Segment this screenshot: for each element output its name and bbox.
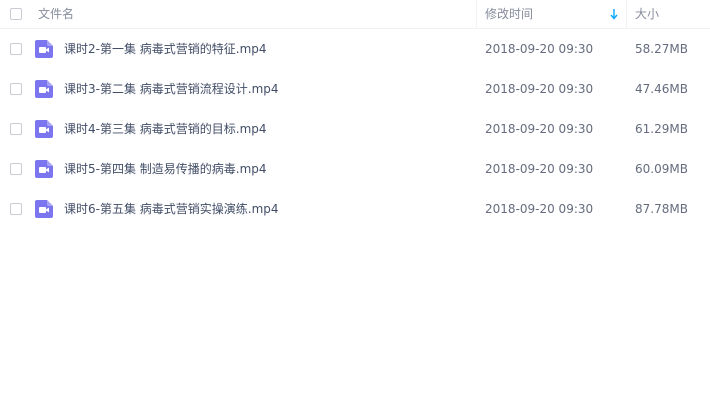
file-row[interactable]: 课时3-第二集 病毒式营销流程设计.mp4 2018-09-20 09:30 4… [0, 69, 710, 109]
file-modified-time: 2018-09-20 09:30 [485, 82, 594, 96]
row-checkbox[interactable] [10, 123, 22, 135]
select-all-checkbox[interactable] [10, 8, 22, 20]
sort-descending-icon[interactable] [610, 8, 618, 20]
file-name[interactable]: 课时5-第四集 制造易传播的病毒.mp4 [64, 149, 267, 189]
file-size: 58.27MB [635, 42, 688, 56]
column-header-size[interactable]: 大小 [626, 0, 710, 28]
file-modified-time: 2018-09-20 09:30 [485, 162, 594, 176]
file-name[interactable]: 课时6-第五集 病毒式营销实操演练.mp4 [64, 189, 279, 229]
file-list-header: 文件名 修改时间 大小 [0, 0, 710, 29]
file-row[interactable]: 课时4-第三集 病毒式营销的目标.mp4 2018-09-20 09:30 61… [0, 109, 710, 149]
file-row[interactable]: 课时2-第一集 病毒式营销的特征.mp4 2018-09-20 09:30 58… [0, 29, 710, 69]
video-file-icon [35, 120, 53, 138]
file-modified-time: 2018-09-20 09:30 [485, 42, 594, 56]
file-name[interactable]: 课时2-第一集 病毒式营销的特征.mp4 [64, 29, 267, 69]
file-modified-time: 2018-09-20 09:30 [485, 122, 594, 136]
row-checkbox[interactable] [10, 43, 22, 55]
file-size: 61.29MB [635, 122, 688, 136]
file-name[interactable]: 课时4-第三集 病毒式营销的目标.mp4 [64, 109, 267, 149]
file-row[interactable]: 课时6-第五集 病毒式营销实操演练.mp4 2018-09-20 09:30 8… [0, 189, 710, 229]
file-size: 47.46MB [635, 82, 688, 96]
video-file-icon [35, 160, 53, 178]
file-name[interactable]: 课时3-第二集 病毒式营销流程设计.mp4 [64, 69, 279, 109]
video-file-icon [35, 40, 53, 58]
video-file-icon [35, 80, 53, 98]
video-file-icon [35, 200, 53, 218]
file-size: 87.78MB [635, 202, 688, 216]
column-header-name[interactable]: 文件名 [38, 0, 476, 28]
column-header-modified[interactable]: 修改时间 [476, 0, 626, 28]
row-checkbox[interactable] [10, 83, 22, 95]
file-size: 60.09MB [635, 162, 688, 176]
file-modified-time: 2018-09-20 09:30 [485, 202, 594, 216]
row-checkbox[interactable] [10, 203, 22, 215]
file-row[interactable]: 课时5-第四集 制造易传播的病毒.mp4 2018-09-20 09:30 60… [0, 149, 710, 189]
row-checkbox[interactable] [10, 163, 22, 175]
file-list: 课时2-第一集 病毒式营销的特征.mp4 2018-09-20 09:30 58… [0, 29, 710, 229]
